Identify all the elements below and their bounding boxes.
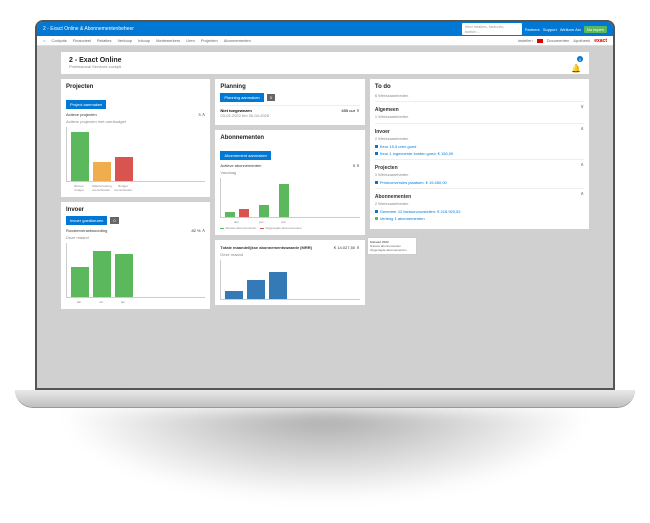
nav-abonnementen[interactable]: Abonnementen bbox=[224, 38, 251, 43]
mrr-chart bbox=[220, 260, 359, 300]
todo-link[interactable]: Verleng 1 abonnementen bbox=[380, 215, 425, 222]
bar-overschreden bbox=[115, 157, 133, 181]
chevron-up-icon[interactable]: ∧ bbox=[202, 112, 206, 118]
abon-sub-title: Actieve abonnementen bbox=[220, 163, 261, 169]
laptop-frame: 2 - Exact Online & Abonnementenbeheer Vi… bbox=[35, 20, 615, 410]
page-header: 2 - Exact Online Professional Services c… bbox=[61, 52, 589, 74]
invoer-sub-desc: Deze maand bbox=[66, 235, 205, 240]
laptop-base bbox=[15, 390, 635, 408]
todo-link[interactable]: Printconversies plaatsen: € 19.450,00 bbox=[380, 179, 447, 186]
top-link-partners[interactable]: Partners bbox=[525, 27, 540, 32]
invoer-title: Invoer bbox=[66, 207, 84, 213]
todo-link[interactable]: Keur 15,5 uren goed bbox=[380, 143, 416, 150]
nav-verkoop[interactable]: Verkoop bbox=[117, 38, 132, 43]
chevron-up-icon[interactable]: ∧ bbox=[580, 162, 584, 179]
top-link-welcome[interactable]: Welkom Alo bbox=[560, 27, 581, 32]
nav-apotheek[interactable]: Apotheek bbox=[573, 38, 590, 43]
chevron-up-icon[interactable]: ∧ bbox=[580, 191, 584, 208]
planning-card: Planning Planning aanmaken 0 Niet toegew… bbox=[215, 79, 364, 125]
invoer-badge: 0 bbox=[110, 217, 118, 224]
project-create-button[interactable]: Project aanmaken bbox=[66, 100, 106, 109]
search-input[interactable]: Vind relaties, facturen, boekin... bbox=[462, 23, 522, 35]
planning-row-desc: 03-02-2022 t/m 30-04-2025 bbox=[220, 113, 269, 118]
chevron-up-icon[interactable]: ∧ bbox=[356, 245, 360, 251]
chevron-up-icon[interactable]: ∧ bbox=[202, 228, 206, 234]
projecten-title: Projecten bbox=[66, 84, 93, 90]
chevron-up-icon[interactable]: ∧ bbox=[356, 163, 360, 169]
abon-sub-desc: Vandaag bbox=[220, 170, 359, 175]
todo-link[interactable]: Keur 1 ingevoerde kosten goed: € 150,00 bbox=[380, 150, 453, 157]
bar-waarschuwing bbox=[93, 162, 111, 181]
nav-medewerkers[interactable]: Medewerkers bbox=[156, 38, 180, 43]
bar-binnen-budget bbox=[71, 132, 89, 181]
mrr-card: Totale maandelijkse abonnementswaarde (M… bbox=[215, 240, 364, 305]
chevron-up-icon[interactable]: ∧ bbox=[580, 126, 584, 143]
brand-logo: exact bbox=[594, 38, 607, 44]
screen: 2 - Exact Online & Abonnementenbeheer Vi… bbox=[35, 20, 615, 390]
nav-documenten[interactable]: Documenten bbox=[547, 38, 570, 43]
page-subtitle: Professional Services cockpit bbox=[69, 64, 122, 69]
chevron-down-icon[interactable]: ∨ bbox=[580, 104, 584, 121]
nav-financieel[interactable]: Financieel bbox=[73, 38, 91, 43]
notification-badge: 0 bbox=[577, 56, 583, 62]
nav-inkoop[interactable]: Inkoop bbox=[138, 38, 150, 43]
invoer-card: Invoer Invoer goedkeuren 0 Roosterverant… bbox=[61, 202, 210, 309]
page-title: 2 - Exact Online bbox=[69, 57, 122, 64]
projecten-chart bbox=[66, 127, 205, 182]
todo-link[interactable]: Genereer 12 factuurvoorstellen: € 218.92… bbox=[380, 208, 461, 215]
app-title: 2 - Exact Online & Abonnementenbeheer bbox=[43, 26, 462, 32]
abon-create-button[interactable]: Abonnement aanmaken bbox=[220, 151, 270, 160]
flag-icon[interactable] bbox=[537, 39, 543, 43]
nav-instellen[interactable]: Instellen bbox=[518, 38, 533, 43]
abon-chart bbox=[220, 178, 359, 218]
chevron-down-icon[interactable]: ∨ bbox=[356, 108, 360, 114]
mrr-title: Totale maandelijkse abonnementswaarde (M… bbox=[220, 245, 312, 251]
abon-title: Abonnementen bbox=[220, 135, 264, 141]
projecten-sub-desc: Actieve projecten met urenbudget bbox=[66, 119, 205, 124]
invoer-sub-title: Roosterverantwoording bbox=[66, 228, 107, 234]
top-link-support[interactable]: Support bbox=[543, 27, 557, 32]
bell-icon[interactable]: 0 bbox=[571, 58, 581, 68]
planning-badge: 0 bbox=[267, 94, 275, 101]
projecten-sub-title: Actieve projecten bbox=[66, 112, 97, 118]
invoer-approve-button[interactable]: Invoer goedkeuren bbox=[66, 216, 107, 225]
planning-title: Planning bbox=[220, 84, 245, 90]
nav-bar: ⌂ Cockpits Financieel Relaties Verkoop I… bbox=[37, 36, 613, 46]
projecten-card: Projecten Project aanmaken Actieve proje… bbox=[61, 79, 210, 197]
top-bar: 2 - Exact Online & Abonnementenbeheer Vi… bbox=[37, 22, 613, 36]
nav-projecten[interactable]: Projecten bbox=[201, 38, 218, 43]
mrr-sub: Deze maand bbox=[220, 252, 359, 257]
planning-create-button[interactable]: Planning aanmaken bbox=[220, 93, 263, 102]
home-icon[interactable]: ⌂ bbox=[43, 38, 45, 43]
workspace: 2 - Exact Online Professional Services c… bbox=[37, 46, 613, 390]
nav-relaties[interactable]: Relaties bbox=[97, 38, 111, 43]
nav-cockpits[interactable]: Cockpits bbox=[51, 38, 66, 43]
todo-subtitle: 6 Werkzaamheden bbox=[375, 93, 584, 98]
invoer-chart bbox=[66, 243, 205, 298]
tooltip-popup: februari 2022 Nieuwe abonnementen Opgeze… bbox=[367, 237, 417, 255]
abonnementen-card: Abonnementen Abonnement aanmaken Actieve… bbox=[215, 130, 364, 235]
buy-now-button[interactable]: Nu kopen bbox=[584, 26, 607, 33]
todo-title: To do bbox=[375, 84, 391, 90]
todo-card: To do 6 Werkzaamheden Algemeen1 Werkzaam… bbox=[370, 79, 589, 229]
nav-uren[interactable]: Uren bbox=[186, 38, 195, 43]
